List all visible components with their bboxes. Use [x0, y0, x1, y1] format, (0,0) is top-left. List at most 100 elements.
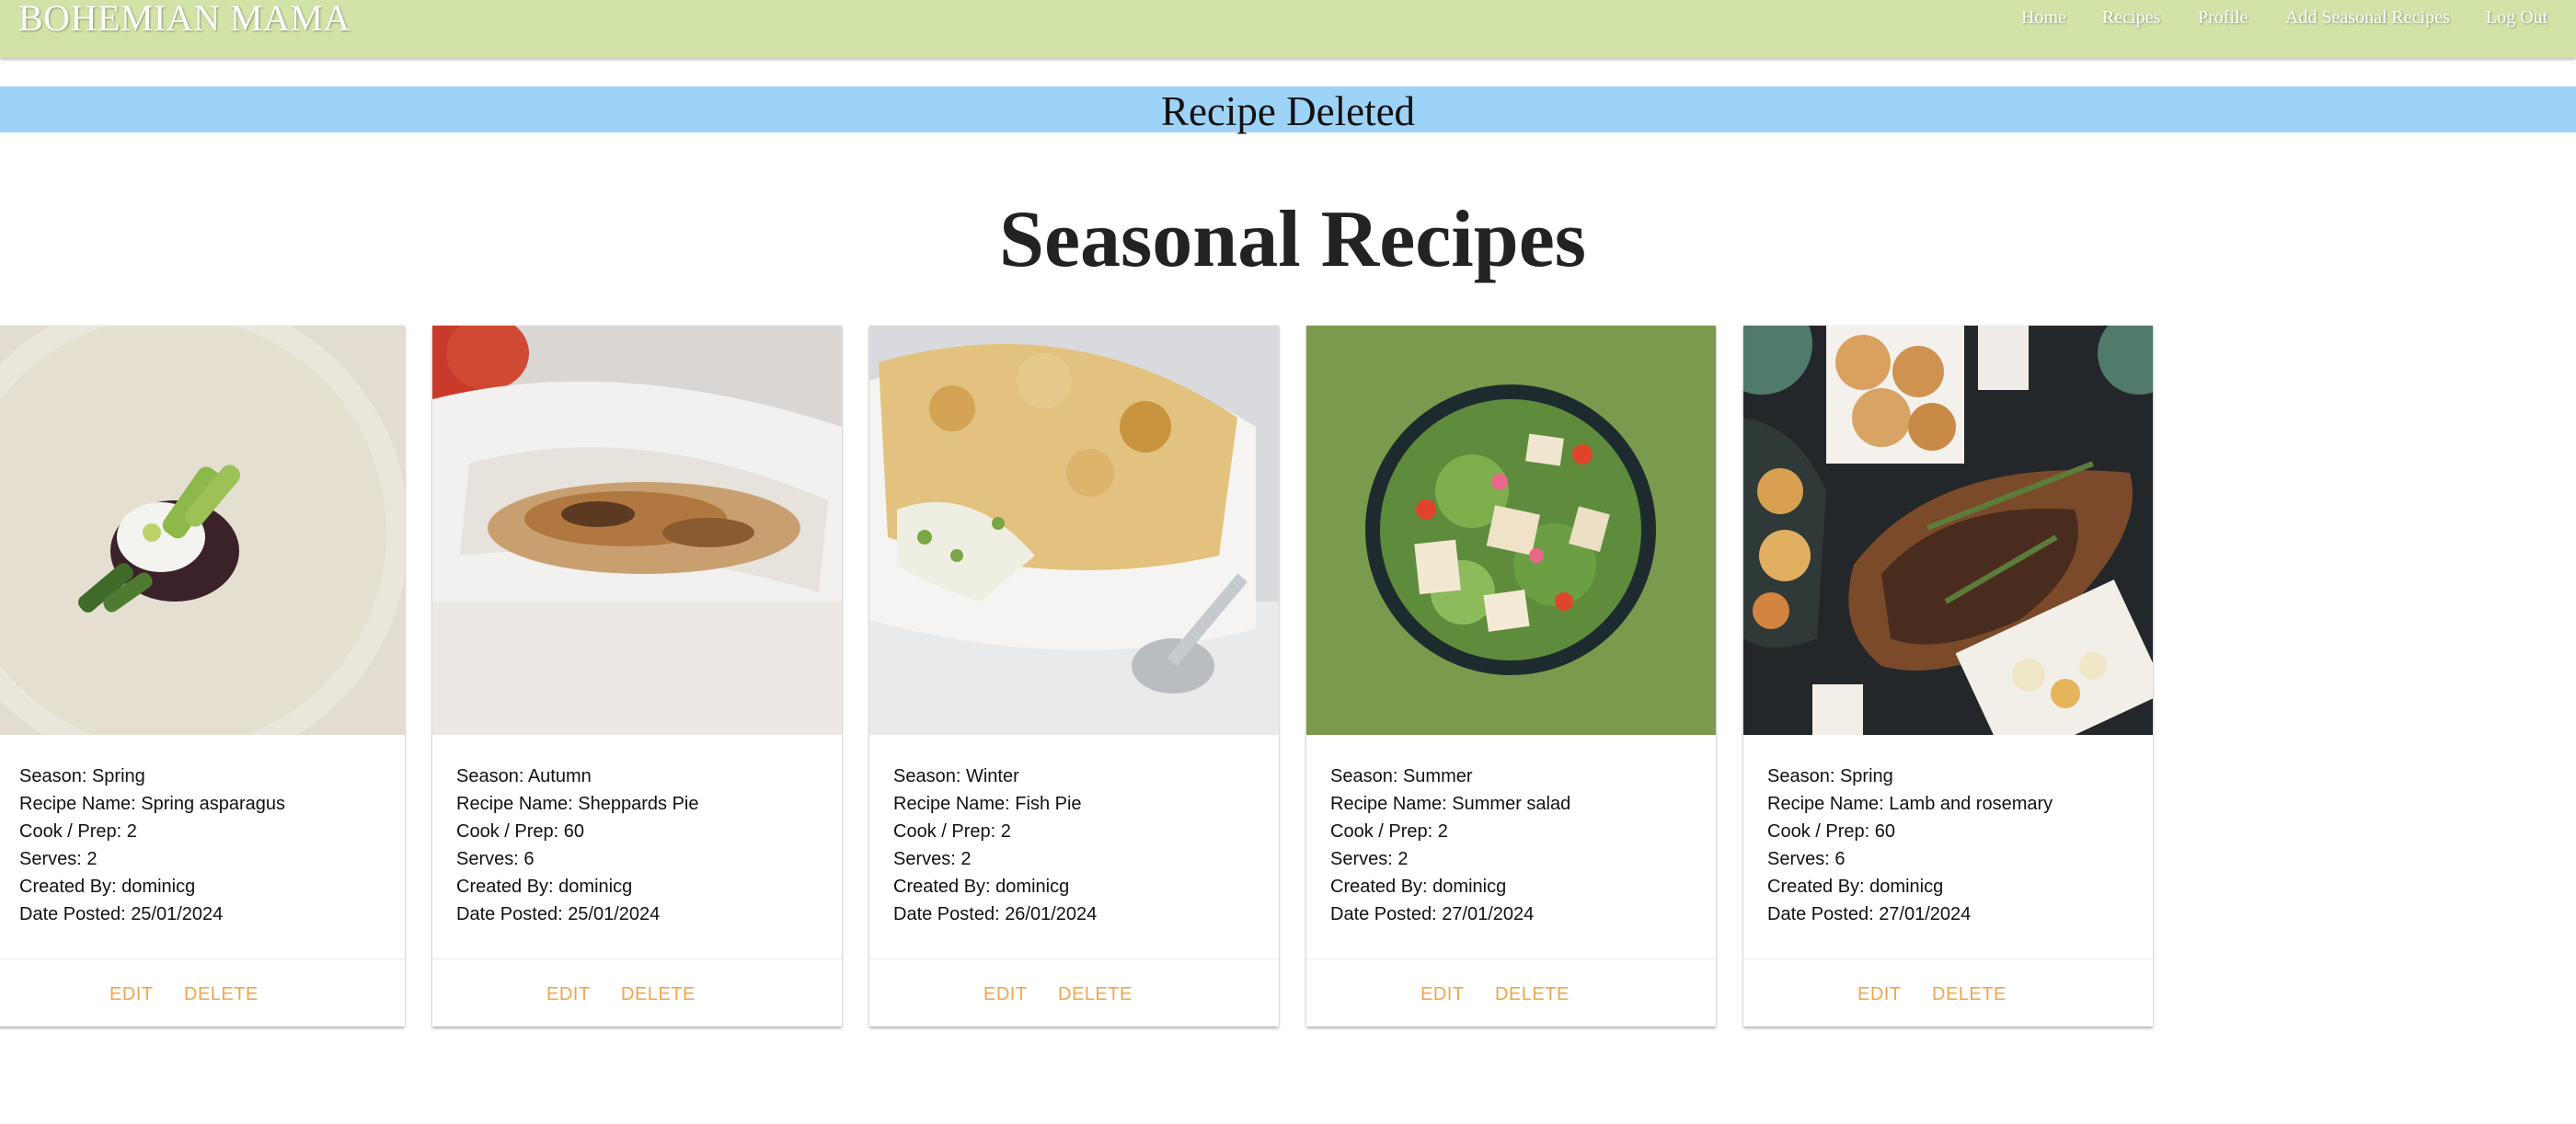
nav-link-log-out[interactable]: Log Out	[2486, 7, 2547, 29]
created-by-line: Created By: dominicg	[1767, 877, 1944, 897]
created-by-line: Created By: dominicg	[1330, 877, 1507, 897]
edit-button[interactable]: EDIT	[109, 984, 154, 1005]
date-posted-line: Date Posted: 25/01/2024	[456, 904, 661, 924]
card-actions: EDIT DELETE	[1743, 959, 2153, 1027]
recipe-details: Season: Winter Recipe Name: Fish Pie Coo…	[893, 763, 1261, 928]
serves-value: 2	[960, 849, 972, 869]
recipe-card: Season: Winter Recipe Name: Fish Pie Coo…	[869, 326, 1279, 1027]
roast-lamb-image	[1743, 326, 2153, 735]
delete-button[interactable]: DELETE	[1932, 984, 2007, 1005]
date-posted-line: Date Posted: 25/01/2024	[19, 904, 224, 924]
page-title: Seasonal Recipes	[999, 195, 1586, 284]
recipe-name-line: Recipe Name: Summer salad	[1330, 794, 1571, 814]
date-posted-value: 25/01/2024	[131, 904, 224, 924]
card-actions: EDIT DELETE	[432, 959, 842, 1027]
asparagus-dish-image	[0, 326, 405, 735]
serves-value: 6	[1834, 849, 1846, 869]
cook-prep-line: Cook / Prep: 2	[893, 821, 1011, 842]
season-line: Season: Spring	[1767, 766, 1893, 786]
recipe-details: Season: Summer Recipe Name: Summer salad…	[1330, 763, 1698, 928]
serves-line: Serves: 2	[1330, 849, 1409, 869]
created-by-value: dominicg	[1869, 877, 1944, 897]
cook-prep-value: 2	[126, 821, 137, 842]
recipe-details: Season: Spring Recipe Name: Spring aspar…	[19, 763, 387, 928]
edit-button[interactable]: EDIT	[983, 984, 1028, 1005]
serves-line: Serves: 6	[456, 849, 535, 869]
date-posted-line: Date Posted: 27/01/2024	[1767, 904, 1972, 924]
serves-line: Serves: 2	[19, 849, 98, 869]
recipe-name-line: Recipe Name: Spring asparagus	[19, 794, 286, 814]
fish-pie-photo	[869, 326, 1279, 735]
recipe-details: Season: Autumn Recipe Name: Sheppards Pi…	[456, 763, 824, 928]
date-posted-line: Date Posted: 26/01/2024	[893, 904, 1098, 924]
created-by-value: dominicg	[558, 877, 633, 897]
alert-banner: Recipe Deleted	[0, 86, 2576, 134]
edit-button[interactable]: EDIT	[546, 984, 591, 1005]
date-posted-line: Date Posted: 27/01/2024	[1330, 904, 1535, 924]
nav-link-profile[interactable]: Profile	[2198, 7, 2248, 29]
delete-button[interactable]: DELETE	[1495, 984, 1570, 1005]
date-posted-value: 27/01/2024	[1879, 904, 1972, 924]
season-value: Spring	[1839, 766, 1893, 786]
recipe-card: Season: Summer Recipe Name: Summer salad…	[1306, 326, 1716, 1027]
recipe-card: Season: Autumn Recipe Name: Sheppards Pi…	[432, 326, 842, 1027]
recipe-name-value: Summer salad	[1452, 794, 1571, 814]
card-actions: EDIT DELETE	[869, 959, 1279, 1027]
delete-button[interactable]: DELETE	[1058, 984, 1133, 1005]
season-line: Season: Spring	[19, 766, 145, 786]
delete-button[interactable]: DELETE	[184, 984, 259, 1005]
date-posted-value: 26/01/2024	[1005, 904, 1098, 924]
cook-prep-value: 60	[1874, 821, 1895, 842]
recipe-name-value: Lamb and rosemary	[1889, 794, 2053, 814]
recipe-name-line: Recipe Name: Sheppards Pie	[456, 794, 699, 814]
created-by-line: Created By: dominicg	[456, 877, 633, 897]
edit-button[interactable]: EDIT	[1857, 984, 1902, 1005]
card-actions: EDIT DELETE	[0, 959, 405, 1027]
nav-link-add-seasonal-recipes[interactable]: Add Seasonal Recipes	[2285, 7, 2450, 29]
nav-link-recipes[interactable]: Recipes	[2102, 7, 2160, 29]
recipe-name-value: Spring asparagus	[141, 794, 286, 814]
created-by-value: dominicg	[1432, 877, 1507, 897]
salad-bowl-image	[1306, 326, 1716, 735]
cook-prep-value: 2	[1000, 821, 1011, 842]
recipe-card: Season: Spring Recipe Name: Lamb and ros…	[1743, 326, 2153, 1027]
baked-pie-photo	[432, 326, 842, 735]
alert-message: Recipe Deleted	[1160, 88, 1416, 134]
cook-prep-line: Cook / Prep: 2	[1330, 821, 1448, 842]
recipe-name-value: Fish Pie	[1015, 794, 1082, 814]
created-by-value: dominicg	[995, 877, 1070, 897]
season-value: Summer	[1402, 766, 1473, 786]
serves-value: 2	[1397, 849, 1409, 869]
baked-pie-image	[432, 326, 842, 735]
season-line: Season: Winter	[893, 766, 1019, 786]
edit-button[interactable]: EDIT	[1420, 984, 1465, 1005]
created-by-value: dominicg	[121, 877, 196, 897]
serves-line: Serves: 2	[893, 849, 972, 869]
recipe-name-value: Sheppards Pie	[578, 794, 699, 814]
cook-prep-line: Cook / Prep: 2	[19, 821, 137, 842]
navbar: BOHEMIAN MAMA Home Recipes Profile Add S…	[0, 0, 2576, 58]
recipe-card: Season: Spring Recipe Name: Spring aspar…	[0, 326, 405, 1027]
cook-prep-line: Cook / Prep: 60	[1767, 821, 1895, 842]
delete-button[interactable]: DELETE	[621, 984, 696, 1005]
created-by-line: Created By: dominicg	[893, 877, 1070, 897]
season-value: Spring	[91, 766, 145, 786]
salad-bowl-photo	[1306, 326, 1716, 735]
cook-prep-value: 2	[1437, 821, 1448, 842]
date-posted-value: 27/01/2024	[1442, 904, 1535, 924]
season-value: Winter	[965, 766, 1019, 786]
recipe-name-line: Recipe Name: Fish Pie	[893, 794, 1082, 814]
recipe-name-line: Recipe Name: Lamb and rosemary	[1767, 794, 2053, 814]
cook-prep-value: 60	[563, 821, 584, 842]
season-value: Autumn	[527, 766, 592, 786]
serves-value: 2	[86, 849, 98, 869]
card-actions: EDIT DELETE	[1306, 959, 1716, 1027]
brand-logo[interactable]: BOHEMIAN MAMA	[18, 0, 351, 40]
season-line: Season: Summer	[1330, 766, 1473, 786]
fish-pie-image	[869, 326, 1279, 735]
serves-value: 6	[523, 849, 535, 869]
season-line: Season: Autumn	[456, 766, 592, 786]
nav-link-home[interactable]: Home	[2021, 7, 2066, 29]
date-posted-value: 25/01/2024	[568, 904, 661, 924]
serves-line: Serves: 6	[1767, 849, 1846, 869]
